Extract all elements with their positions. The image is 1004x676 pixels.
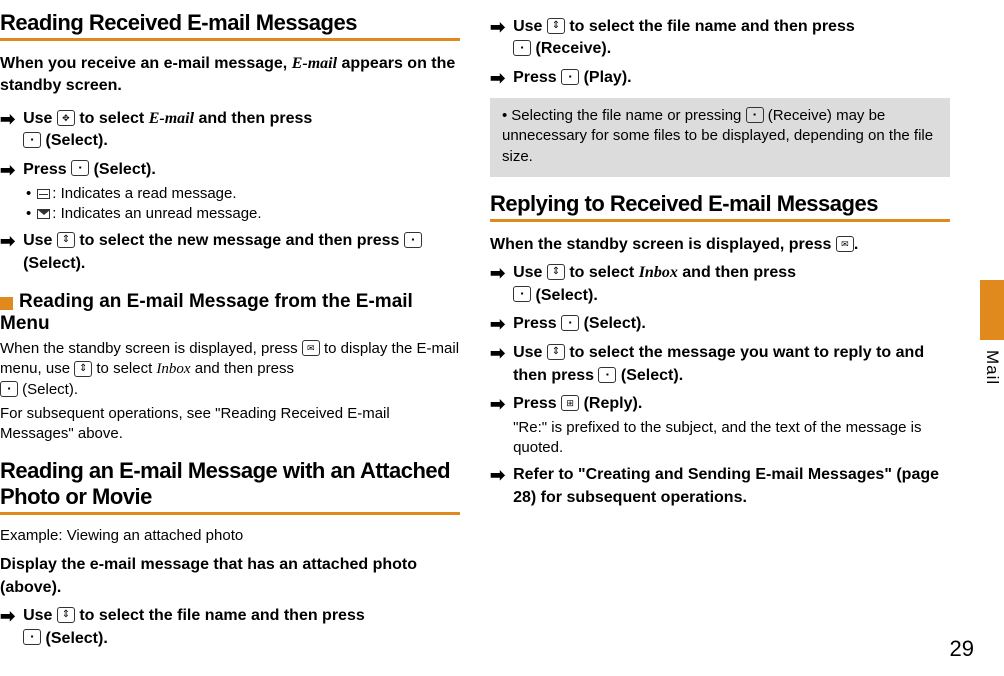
updown-key-icon bbox=[547, 344, 565, 360]
unread-message-icon bbox=[37, 209, 50, 219]
reply-refer: Refer to "Creating and Sending E-mail Me… bbox=[513, 464, 950, 509]
app-key-icon bbox=[561, 395, 579, 411]
read-message-icon bbox=[37, 189, 50, 199]
display-instruction: Display the e-mail message that has an a… bbox=[0, 554, 460, 599]
center-key-icon bbox=[0, 381, 18, 397]
reply-step-4: ➡ Press (Reply). "Re:" is prefixed to th… bbox=[490, 393, 950, 458]
right-column: ➡ Use to select the file name and then p… bbox=[490, 10, 950, 652]
arrow-icon: ➡ bbox=[490, 67, 505, 90]
updown-key-icon bbox=[57, 607, 75, 623]
step-3: ➡ Use to select the new message and then… bbox=[0, 230, 460, 275]
center-key-icon bbox=[23, 629, 41, 645]
arrow-icon: ➡ bbox=[0, 605, 15, 628]
side-tab-marker bbox=[980, 280, 1004, 340]
center-key-icon bbox=[561, 315, 579, 331]
arrow-icon: ➡ bbox=[0, 230, 15, 253]
heading-attached: Reading an E-mail Message with an Attach… bbox=[0, 458, 460, 515]
arrow-icon: ➡ bbox=[490, 393, 505, 416]
arrow-icon: ➡ bbox=[490, 16, 505, 39]
note-box: •Selecting the file name or pressing (Re… bbox=[490, 98, 950, 177]
reply-intro: When the standby screen is displayed, pr… bbox=[490, 234, 950, 256]
step-2: ➡ Press (Select). bbox=[0, 159, 460, 182]
heading-email-menu: Reading an E-mail Message from the E-mai… bbox=[0, 291, 413, 334]
arrow-icon: ➡ bbox=[490, 464, 505, 487]
updown-key-icon bbox=[547, 18, 565, 34]
reply-step-3: ➡ Use to select the message you want to … bbox=[490, 342, 950, 387]
bullet-icon: • bbox=[502, 107, 507, 124]
example-text: Example: Viewing an attached photo bbox=[0, 527, 460, 544]
reply-step-5: ➡ Refer to "Creating and Sending E-mail … bbox=[490, 464, 950, 509]
center-key-icon bbox=[404, 232, 422, 248]
reply-step-2: ➡ Press (Select). bbox=[490, 313, 950, 336]
arrow-icon: ➡ bbox=[490, 313, 505, 336]
section-marker-icon bbox=[0, 297, 13, 310]
arrow-icon: ➡ bbox=[490, 262, 505, 285]
center-key-icon bbox=[746, 107, 764, 123]
updown-key-icon bbox=[547, 264, 565, 280]
reply-step-1: ➡ Use to select Inbox and then press (Se… bbox=[490, 262, 950, 307]
updown-key-icon bbox=[57, 232, 75, 248]
step-1: ➡ Use to select E-mail and then press (S… bbox=[0, 108, 460, 153]
left-column: Reading Received E-mail Messages When yo… bbox=[0, 10, 460, 652]
heading-replying: Replying to Received E-mail Messages bbox=[490, 191, 950, 222]
nav-key-icon bbox=[57, 110, 75, 126]
center-key-icon bbox=[513, 40, 531, 56]
center-key-icon bbox=[513, 286, 531, 302]
step-attach-3: ➡ Press (Play). bbox=[490, 67, 950, 90]
intro-paragraph: When you receive an e-mail message, E-ma… bbox=[0, 53, 460, 98]
mail-key-icon bbox=[302, 340, 320, 356]
reply-subtext: "Re:" is prefixed to the subject, and th… bbox=[513, 418, 950, 459]
page-number: 29 bbox=[950, 636, 974, 662]
step-attach-2: ➡ Use to select the file name and then p… bbox=[490, 16, 950, 61]
center-key-icon bbox=[23, 132, 41, 148]
arrow-icon: ➡ bbox=[0, 108, 15, 131]
arrow-icon: ➡ bbox=[0, 159, 15, 182]
step-attach-1: ➡ Use to select the file name and then p… bbox=[0, 605, 460, 650]
side-section-label: Mail bbox=[982, 350, 1002, 385]
message-icon-legend: : Indicates a read message. : Indicates … bbox=[26, 184, 460, 225]
heading-reading-received: Reading Received E-mail Messages bbox=[0, 10, 460, 41]
menu-paragraph: When the standby screen is displayed, pr… bbox=[0, 339, 460, 400]
arrow-icon: ➡ bbox=[490, 342, 505, 365]
updown-key-icon bbox=[74, 361, 92, 377]
page-content: Reading Received E-mail Messages When yo… bbox=[0, 10, 964, 652]
center-key-icon bbox=[71, 160, 89, 176]
center-key-icon bbox=[561, 69, 579, 85]
mail-key-icon bbox=[836, 236, 854, 252]
menu-followup: For subsequent operations, see "Reading … bbox=[0, 404, 460, 445]
center-key-icon bbox=[598, 367, 616, 383]
